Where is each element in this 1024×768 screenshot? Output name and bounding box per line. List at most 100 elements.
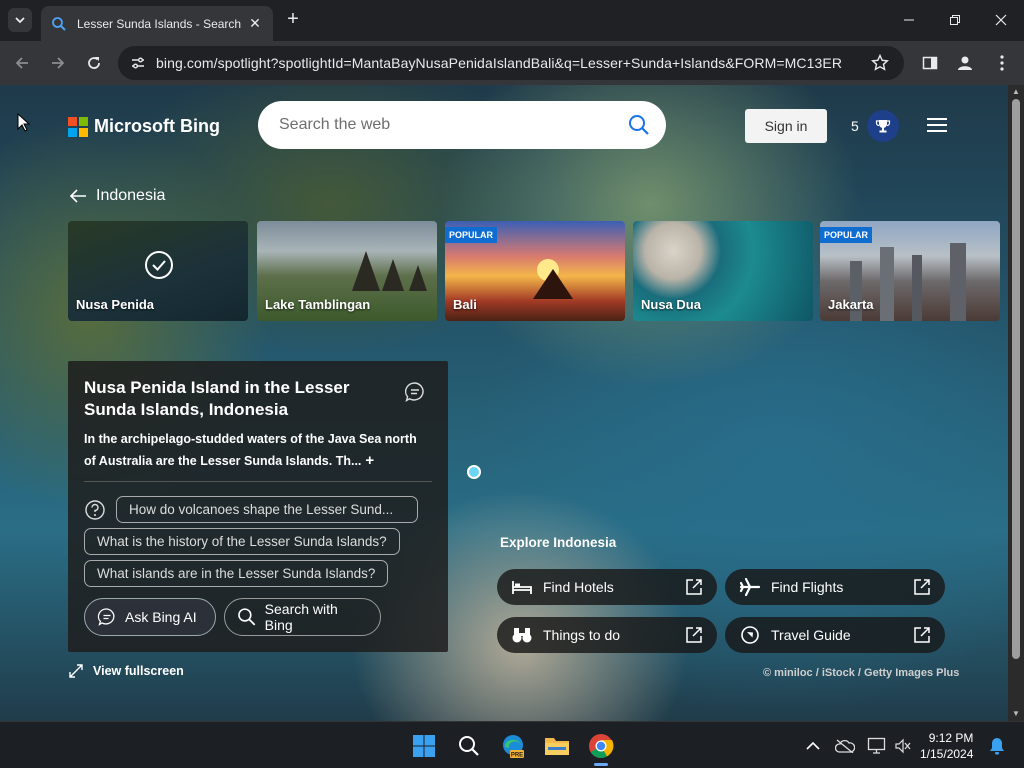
clock-time: 9:12 PM bbox=[928, 731, 974, 745]
search-icon[interactable] bbox=[628, 114, 650, 136]
side-panel-button[interactable] bbox=[918, 51, 942, 75]
card-label: Nusa Dua bbox=[641, 297, 701, 312]
notifications-button[interactable] bbox=[982, 731, 1012, 761]
browser-tab[interactable]: Lesser Sunda Islands - Search ✕ bbox=[41, 6, 273, 41]
taskbar-search-button[interactable] bbox=[454, 731, 484, 761]
ask-bing-ai-button[interactable]: Ask Bing AI bbox=[84, 598, 216, 636]
location-hotspot[interactable] bbox=[467, 465, 481, 479]
search-with-bing-label: Search with Bing bbox=[264, 601, 338, 633]
reload-icon bbox=[88, 57, 100, 69]
question-circle-icon bbox=[85, 500, 105, 520]
site-settings-icon[interactable] bbox=[130, 55, 146, 71]
profile-button[interactable] bbox=[953, 51, 977, 75]
view-fullscreen-button[interactable]: View fullscreen bbox=[68, 663, 184, 679]
external-link-icon bbox=[686, 579, 702, 595]
travel-guide-button[interactable]: Travel Guide bbox=[725, 617, 945, 653]
minimize-icon bbox=[904, 19, 914, 21]
restore-button[interactable] bbox=[943, 8, 967, 32]
minimize-button[interactable] bbox=[897, 8, 921, 32]
browser-menu-button[interactable] bbox=[990, 51, 1014, 75]
address-bar[interactable]: bing.com/spotlight?spotlightId=MantaBayN… bbox=[118, 46, 904, 80]
network-icon bbox=[867, 737, 886, 754]
scrollbar-thumb[interactable] bbox=[1012, 99, 1020, 659]
reload-button[interactable] bbox=[82, 51, 106, 75]
active-app-indicator bbox=[594, 763, 608, 766]
microsoft-logo-icon bbox=[68, 116, 88, 137]
scroll-up-arrow[interactable]: ▲ bbox=[1008, 85, 1024, 99]
suggested-question-chip[interactable]: What is the history of the Lesser Sunda … bbox=[84, 528, 400, 555]
search-icon bbox=[459, 736, 479, 756]
bing-logo[interactable]: Microsoft Bing bbox=[68, 116, 220, 137]
find-flights-button[interactable]: Find Flights bbox=[725, 569, 945, 605]
carousel-card-nusa-penida[interactable]: Nusa Penida bbox=[68, 221, 248, 321]
things-to-do-button[interactable]: Things to do bbox=[497, 617, 717, 653]
bookmark-star-button[interactable] bbox=[868, 51, 892, 75]
onedrive-tray-icon[interactable] bbox=[830, 731, 860, 761]
carousel-card-jakarta[interactable]: POPULAR Jakarta bbox=[820, 221, 1000, 321]
arrow-left-icon bbox=[15, 57, 28, 69]
svg-text:PRE: PRE bbox=[511, 753, 523, 759]
forward-button[interactable] bbox=[46, 51, 70, 75]
plane-icon bbox=[739, 577, 761, 597]
popular-badge: POPULAR bbox=[820, 227, 873, 243]
start-button[interactable] bbox=[409, 731, 439, 761]
chrome-taskbar-icon[interactable] bbox=[586, 731, 616, 766]
carousel-card-bali[interactable]: POPULAR Bali bbox=[445, 221, 625, 321]
carousel-card-nusa-dua[interactable]: Nusa Dua bbox=[633, 221, 813, 321]
edge-icon: PRE bbox=[503, 735, 524, 759]
rewards-points[interactable]: 5 bbox=[851, 118, 859, 134]
arrow-left-icon bbox=[69, 189, 86, 203]
browser-titlebar: Lesser Sunda Islands - Search ✕ + bbox=[0, 0, 1024, 41]
carousel-card-lake-tamblingan[interactable]: Lake Tamblingan bbox=[257, 221, 437, 321]
close-icon bbox=[995, 14, 1007, 26]
suggested-question-chip[interactable]: What islands are in the Lesser Sunda Isl… bbox=[84, 560, 389, 587]
breadcrumb-back[interactable]: Indonesia bbox=[68, 187, 165, 205]
hamburger-menu-button[interactable] bbox=[927, 118, 947, 134]
things-to-do-label: Things to do bbox=[543, 627, 621, 643]
find-hotels-button[interactable]: Find Hotels bbox=[497, 569, 717, 605]
tab-search-button[interactable] bbox=[8, 8, 32, 32]
search-input[interactable]: Search the web bbox=[279, 116, 628, 134]
taskbar-clock[interactable]: 9:12 PM 1/15/2024 bbox=[920, 730, 973, 762]
explore-title: Explore Indonesia bbox=[500, 535, 617, 550]
tab-title: Lesser Sunda Islands - Search bbox=[77, 16, 242, 31]
travel-guide-label: Travel Guide bbox=[771, 627, 851, 643]
star-icon bbox=[871, 54, 889, 71]
edge-beta-taskbar-icon[interactable]: PRE bbox=[498, 731, 528, 761]
sign-in-button[interactable]: Sign in bbox=[745, 109, 827, 143]
close-window-button[interactable] bbox=[989, 8, 1013, 32]
bed-icon bbox=[512, 581, 532, 594]
show-hidden-icons-button[interactable] bbox=[798, 731, 828, 761]
breadcrumb-label: Indonesia bbox=[96, 187, 166, 204]
more-vertical-icon bbox=[1000, 55, 1004, 71]
close-tab-icon[interactable]: ✕ bbox=[247, 15, 263, 32]
ask-bing-ai-label: Ask Bing AI bbox=[125, 609, 197, 625]
chrome-icon bbox=[589, 734, 614, 759]
info-panel: Nusa Penida Island in the Lesser Sunda I… bbox=[68, 361, 448, 652]
bell-icon bbox=[990, 738, 1004, 755]
search-with-bing-button[interactable]: Search with Bing bbox=[224, 598, 381, 636]
trophy-icon bbox=[875, 120, 891, 133]
expand-description-button[interactable]: + bbox=[365, 452, 374, 469]
scroll-down-arrow[interactable]: ▼ bbox=[1008, 707, 1024, 721]
chat-bubble-icon bbox=[97, 608, 115, 626]
card-label: Bali bbox=[453, 297, 477, 312]
panel-description: In the archipelago-studded waters of the… bbox=[84, 432, 417, 469]
page-scrollbar[interactable]: ▲ ▼ bbox=[1008, 85, 1024, 721]
search-box[interactable]: Search the web bbox=[258, 101, 666, 149]
rewards-button[interactable] bbox=[867, 110, 899, 142]
chat-bubble-icon[interactable] bbox=[404, 381, 426, 403]
new-tab-button[interactable]: + bbox=[282, 9, 304, 31]
suggested-question-chip[interactable]: How do volcanoes shape the Lesser Sund..… bbox=[116, 496, 418, 523]
file-explorer-taskbar-icon[interactable] bbox=[542, 731, 572, 761]
back-button[interactable] bbox=[10, 51, 34, 75]
windows-logo-icon bbox=[413, 735, 435, 757]
external-link-icon bbox=[914, 627, 930, 643]
volume-tray-icon[interactable] bbox=[888, 731, 918, 761]
cloud-offline-icon bbox=[835, 739, 855, 753]
find-flights-label: Find Flights bbox=[771, 579, 844, 595]
external-link-icon bbox=[914, 579, 930, 595]
browser-toolbar: bing.com/spotlight?spotlightId=MantaBayN… bbox=[0, 41, 1024, 85]
chevron-down-icon bbox=[15, 17, 25, 24]
mouse-cursor-icon bbox=[17, 113, 31, 132]
